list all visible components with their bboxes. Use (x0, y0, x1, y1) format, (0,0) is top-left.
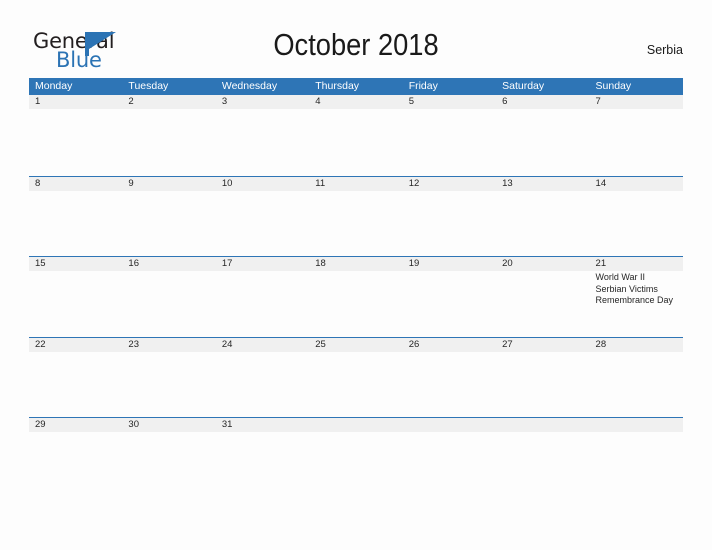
calendar-day-cell-empty (496, 418, 589, 498)
calendar-week-row: 22 23 24 25 26 27 28 (29, 336, 683, 418)
page-title: October 2018 (273, 27, 439, 62)
event-line: Serbian Victims (595, 283, 658, 294)
calendar-day-cell[interactable]: 13 (496, 177, 589, 257)
day-number: 22 (35, 338, 46, 350)
weekday-wednesday: Wednesday (221, 80, 278, 92)
day-number: 30 (128, 419, 139, 430)
day-number: 27 (502, 338, 513, 350)
day-number: 6 (502, 96, 508, 107)
calendar-day-cell[interactable]: 7 (590, 95, 683, 176)
calendar-day-cell[interactable]: 25 (309, 338, 402, 418)
calendar-day-cell[interactable]: 19 (403, 257, 496, 337)
day-number: 11 (315, 177, 326, 189)
calendar-day-cell[interactable]: 23 (122, 338, 215, 418)
day-number: 21 (595, 258, 607, 269)
calendar-day-cell[interactable]: 12 (403, 177, 496, 257)
day-number: 4 (315, 96, 321, 107)
calendar-week-row: 1 2 3 4 5 6 7 (29, 95, 683, 176)
calendar-day-cell[interactable]: 26 (403, 338, 496, 418)
calendar-day-cell[interactable]: 22 (29, 338, 122, 418)
day-events: World War II Serbian Victims Remembrance D… (596, 272, 683, 307)
day-number: 23 (128, 338, 139, 350)
day-number: 9 (128, 177, 134, 189)
calendar-day-cell[interactable]: 3 (216, 95, 309, 176)
calendar-day-cell[interactable]: 15 (29, 257, 122, 337)
calendar-day-cell[interactable]: 17 (216, 257, 309, 337)
calendar-day-cell[interactable]: 24 (216, 338, 309, 418)
calendar-day-cell[interactable]: 30 (122, 418, 215, 498)
calendar-day-cell[interactable]: 5 (403, 95, 496, 176)
calendar-day-cell[interactable]: 11 (309, 177, 402, 257)
day-number: 2 (128, 96, 134, 107)
day-number: 15 (35, 258, 46, 269)
calendar-day-cell-empty (309, 418, 402, 498)
day-cells: 8 9 10 11 12 13 14 (29, 177, 683, 257)
calendar-day-cell[interactable]: 28 (590, 338, 683, 418)
weekday-saturday: Saturday (502, 80, 545, 92)
calendar-day-cell[interactable]: 16 (122, 257, 215, 337)
day-cells: 15 16 17 18 19 20 21 World War II Serbian Victim… (29, 257, 683, 337)
day-number: 20 (502, 258, 513, 269)
day-cells: 29 30 31 (29, 418, 683, 498)
day-number: 14 (595, 177, 607, 189)
calendar-grid: Monday Tuesday Wednesday Thursday Friday… (29, 78, 683, 498)
calendar-day-cell[interactable]: 1 (29, 95, 122, 176)
day-number: 16 (128, 258, 139, 269)
calendar-day-cell[interactable]: 8 (29, 177, 122, 257)
day-number: 25 (315, 338, 326, 350)
calendar-page: General Blue October 2018 Serbia Monday … (0, 0, 712, 550)
weekday-tuesday: Tuesday (128, 80, 169, 92)
calendar-day-cell[interactable]: 10 (216, 177, 309, 257)
weekday-monday: Monday (35, 80, 73, 92)
day-number: 10 (221, 177, 233, 189)
day-number: 26 (408, 338, 420, 350)
calendar-day-cell[interactable]: 29 (29, 418, 122, 498)
calendar-day-cell[interactable]: 20 (496, 257, 589, 337)
day-number: 19 (408, 258, 420, 269)
calendar-day-cell[interactable]: 31 (216, 418, 309, 498)
day-number: 5 (408, 96, 414, 107)
day-number: 3 (221, 96, 228, 107)
calendar-day-cell[interactable]: 6 (496, 95, 589, 176)
day-number: 1 (35, 96, 41, 107)
day-cells: 1 2 3 4 5 6 7 (29, 95, 683, 176)
day-number: 17 (221, 258, 233, 269)
day-number: 31 (221, 419, 233, 430)
calendar-week-row: 15 16 17 18 19 20 21 World War II Serbian Victim… (29, 256, 683, 337)
day-number: 7 (595, 96, 601, 107)
calendar-day-cell[interactable]: 9 (122, 177, 215, 257)
weekday-thursday: Thursday (315, 80, 360, 92)
day-number: 28 (595, 338, 607, 350)
weekday-header-row: Monday Tuesday Wednesday Thursday Friday… (29, 78, 683, 95)
calendar-day-cell[interactable]: 2 (122, 95, 215, 176)
event-line: World War II (595, 272, 646, 282)
page-header: General Blue October 2018 Serbia (0, 26, 712, 71)
calendar-day-cell-empty (590, 418, 683, 498)
calendar-day-cell[interactable]: 21 World War II Serbian Victims Remembrance… (590, 257, 683, 337)
day-number: 12 (408, 177, 420, 189)
calendar-day-cell[interactable]: 4 (309, 95, 402, 176)
event-line: Remembrance Day (595, 295, 674, 305)
calendar-weeks: 1 2 3 4 5 6 7 8 9 10 11 12 13 14 15 16 17 18 19 20 21 World W… (29, 95, 683, 498)
day-number: 29 (35, 419, 46, 430)
region-label: Serbia (646, 43, 683, 57)
weekday-friday: Friday (408, 80, 438, 92)
calendar-day-cell[interactable]: 27 (496, 338, 589, 418)
day-cells: 22 23 24 25 26 27 28 (29, 338, 683, 418)
calendar-day-cell[interactable]: 18 (309, 257, 402, 337)
day-number: 13 (502, 177, 513, 189)
calendar-week-row: 8 9 10 11 12 13 14 (29, 175, 683, 257)
calendar-day-cell-empty (403, 418, 496, 498)
day-number: 24 (221, 338, 233, 350)
calendar-week-row: 29 30 31 (29, 417, 683, 498)
weekday-sunday: Sunday (595, 80, 632, 92)
day-number: 8 (35, 177, 41, 189)
day-number: 18 (315, 258, 326, 269)
calendar-day-cell[interactable]: 14 (590, 177, 683, 257)
